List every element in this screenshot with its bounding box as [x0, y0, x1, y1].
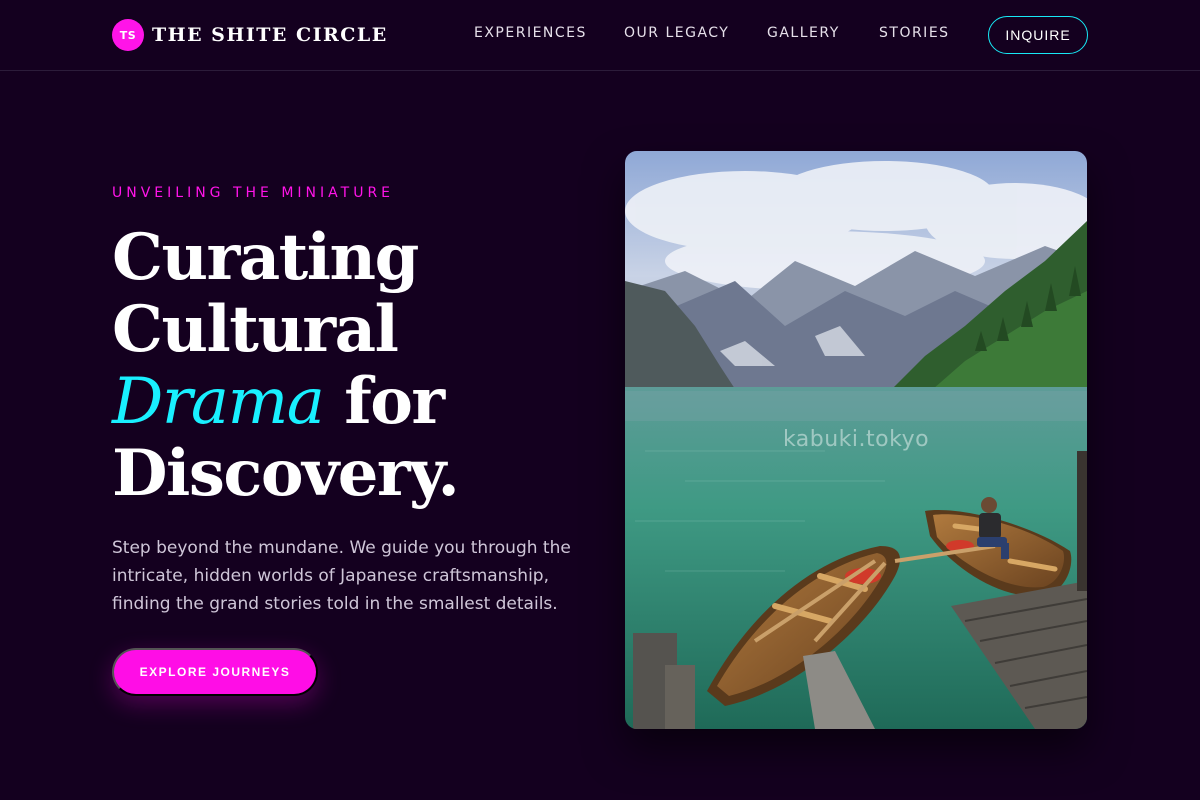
- site-header: TS THE SHITE CIRCLE EXPERIENCES OUR LEGA…: [0, 0, 1200, 71]
- hero-description: Step beyond the mundane. We guide you th…: [112, 538, 571, 614]
- nav-link-gallery[interactable]: GALLERY: [767, 25, 840, 41]
- nav-link-our-legacy[interactable]: OUR LEGACY: [624, 25, 729, 41]
- headline-line-1: Curating: [112, 220, 419, 295]
- hero-photo: kabuki.tokyo: [625, 151, 1087, 729]
- hero-eyebrow: UNVEILING THE MINIATURE: [112, 185, 395, 201]
- brand-logo[interactable]: TS THE SHITE CIRCLE: [112, 19, 388, 51]
- nav-link-experiences[interactable]: EXPERIENCES: [474, 25, 587, 41]
- headline-accent-word: Drama: [112, 365, 325, 439]
- photo-watermark: kabuki.tokyo: [782, 427, 930, 452]
- headline-line-2: Cultural: [112, 292, 399, 367]
- brand-badge: TS: [112, 19, 144, 51]
- headline-line-3-rest: for: [323, 364, 445, 439]
- hero-headline: Curating Cultural Drama for Discovery.: [112, 222, 592, 510]
- headline-line-4: Discovery.: [112, 436, 460, 511]
- explore-journeys-button[interactable]: EXPLORE JOURNEYS: [112, 648, 318, 696]
- headline-line-3: Drama for: [112, 364, 592, 439]
- brand-name: THE SHITE CIRCLE: [152, 24, 388, 46]
- nav-link-stories[interactable]: STORIES: [879, 25, 950, 41]
- inquire-button[interactable]: INQUIRE: [988, 16, 1088, 54]
